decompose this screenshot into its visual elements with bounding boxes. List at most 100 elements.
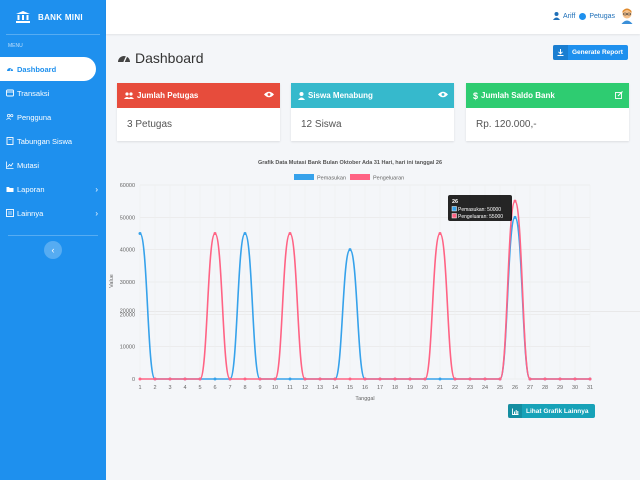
chart-grid <box>139 184 640 380</box>
data-point-pengeluaran <box>513 199 517 203</box>
generate-report-label: Generate Report <box>572 49 623 56</box>
sidebar-item-lainnya[interactable]: Lainnya › <box>0 201 106 225</box>
sidebar-toggle-button[interactable]: ‹ <box>44 241 62 259</box>
x-tick-label: 20 <box>422 385 428 391</box>
card-value: Rp. 120.000,- <box>476 119 537 130</box>
eye-icon[interactable] <box>438 91 448 98</box>
brand-name: BANK MINI <box>38 12 83 22</box>
data-point-pengeluaran <box>438 232 442 235</box>
chart-xlabel: Tanggal <box>355 396 374 402</box>
sidebar-item-transaksi[interactable]: Transaksi <box>0 81 106 105</box>
sidebar-item-label: Laporan <box>17 184 45 194</box>
x-tick-label: 4 <box>183 385 186 391</box>
sidebar-item-mutasi[interactable]: Mutasi <box>0 153 106 177</box>
chevron-right-icon: › <box>95 184 98 194</box>
avatar <box>621 8 633 24</box>
x-tick-label: 3 <box>168 385 171 391</box>
brand[interactable]: BANK MINI <box>0 0 106 34</box>
y-tick-label: 40000 <box>120 248 135 254</box>
sidebar-item-pengguna[interactable]: Pengguna <box>0 105 106 129</box>
x-tick-label: 10 <box>272 385 278 391</box>
data-point-pengeluaran <box>573 377 577 381</box>
data-point-pengeluaran <box>453 377 457 381</box>
card-header: $ Jumlah Saldo Bank <box>466 83 629 108</box>
generate-report-button[interactable]: Generate Report <box>553 45 628 60</box>
data-point-pengeluaran <box>288 232 292 235</box>
x-tick-label: 29 <box>557 385 563 391</box>
legend-swatch-pemasukan[interactable] <box>294 174 314 180</box>
folder-icon <box>6 185 14 193</box>
tooltip-line-pengeluaran: Pengeluaran: 55000 <box>458 214 503 220</box>
sidebar-item-label: Tabungan Siswa <box>17 136 73 146</box>
data-point-pengeluaran <box>258 377 262 381</box>
legend-label-pengeluaran: Pengeluaran <box>373 176 404 182</box>
card-siswa-menabung: Siswa Menabung 12 Siswa <box>291 83 454 141</box>
user-icon <box>298 91 305 100</box>
eye-icon[interactable] <box>264 91 274 98</box>
download-icon <box>553 45 568 60</box>
data-point-pengeluaran <box>378 377 382 381</box>
gauge-icon <box>6 65 14 73</box>
data-point-pengeluaran <box>138 377 142 381</box>
data-point-pengeluaran <box>498 377 502 381</box>
chart-legend: Pemasukan Pengeluaran <box>294 174 404 182</box>
x-tick-label: 1 <box>138 385 141 391</box>
data-point-pengeluaran <box>483 377 487 381</box>
x-tick-label: 24 <box>482 385 488 391</box>
x-tick-label: 26 <box>512 385 518 391</box>
x-tick-label: 7 <box>228 385 231 391</box>
user-menu[interactable]: Ariff Petugas <box>552 8 634 24</box>
user-icon <box>552 12 560 20</box>
data-point-pengeluaran <box>153 377 157 381</box>
data-point-pengeluaran <box>543 377 547 381</box>
x-tick-label: 2 <box>153 385 156 391</box>
data-point-pengeluaran <box>558 377 562 381</box>
dollar-icon: $ <box>473 90 479 101</box>
data-point-pengeluaran <box>393 377 397 381</box>
mutasi-chart-svg: Grafik Data Mutasi Bank Bulan Oktober Ad… <box>109 160 640 402</box>
data-point-pemasukan <box>288 377 292 381</box>
users-icon <box>6 113 14 121</box>
y-tick-label: 10000 <box>120 345 135 351</box>
chart-title: Grafik Data Mutasi Bank Bulan Oktober Ad… <box>258 160 442 166</box>
x-tick-label: 30 <box>572 385 578 391</box>
data-point-pengeluaran <box>348 377 352 381</box>
data-point-pemasukan <box>138 232 142 235</box>
legend-swatch-pengeluaran[interactable] <box>350 174 370 180</box>
y-tick-label: 60000 <box>120 183 135 189</box>
card-header: Jumlah Petugas <box>117 83 280 108</box>
x-tick-label: 14 <box>332 385 338 391</box>
user-role: Petugas <box>589 12 615 20</box>
data-point-pengeluaran <box>273 377 277 381</box>
chevron-right-icon: › <box>95 208 98 218</box>
book-icon <box>6 137 14 145</box>
page-title: Dashboard <box>117 50 204 66</box>
edit-icon[interactable] <box>615 91 623 99</box>
data-point-pengeluaran <box>183 377 187 381</box>
chart-icon <box>6 161 14 169</box>
card-value: 12 Siswa <box>301 119 342 130</box>
status-dot <box>579 12 587 20</box>
sidebar-item-dashboard[interactable]: Dashboard <box>0 57 96 81</box>
x-tick-label: 27 <box>527 385 533 391</box>
sidebar-item-laporan[interactable]: Laporan › <box>0 177 106 201</box>
sidebar-item-label: Lainnya <box>17 208 44 218</box>
x-tick-label: 17 <box>377 385 383 391</box>
card-jumlah-saldo-bank: $ Jumlah Saldo Bank Rp. 120.000,- <box>466 83 629 141</box>
data-point-pemasukan <box>513 215 517 219</box>
data-point-pemasukan <box>243 232 247 235</box>
bank-icon <box>16 11 30 23</box>
tooltip-line-pemasukan: Pemasukan: 50000 <box>458 207 501 213</box>
y-tick-label: 50000 <box>120 215 135 221</box>
sidebar-item-label: Mutasi <box>17 160 40 170</box>
x-tick-label: 5 <box>198 385 201 391</box>
data-point-pengeluaran <box>423 377 427 381</box>
lihat-grafik-lainnya-button[interactable]: Lihat Grafik Lainnya <box>508 404 595 418</box>
sidebar-item-tabungan-siswa[interactable]: Tabungan Siswa <box>0 129 106 153</box>
data-point-pengeluaran <box>198 377 202 381</box>
chart-tooltip: 26 Pemasukan: 50000 Pengeluaran: 55000 <box>448 195 512 221</box>
x-tick-label: 11 <box>287 385 293 391</box>
card-header: Siswa Menabung <box>291 83 454 108</box>
x-tick-label: 6 <box>213 385 216 391</box>
data-point-pengeluaran <box>303 377 307 381</box>
